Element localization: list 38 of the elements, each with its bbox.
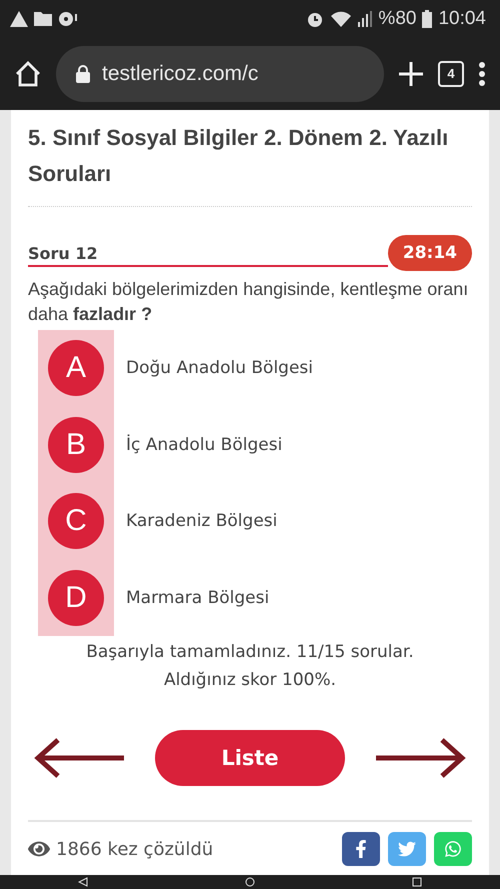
result-message: Başarıyla tamamladınız. 11/15 sorular. (85, 641, 415, 664)
result-message: Aldığınız skor 100%. (162, 669, 338, 692)
list-button[interactable]: Liste (155, 730, 345, 786)
battery-icon (422, 10, 432, 28)
forward-arrow-icon[interactable] (374, 738, 466, 778)
option-text[interactable]: Karadeniz Bölgesi (126, 511, 278, 532)
question-text: Aşağıdaki bölgelerimizden hangisinde, kentleşme oranı daha fazladır ? (28, 278, 470, 326)
back-nav-icon[interactable] (78, 877, 88, 887)
lock-icon (76, 64, 90, 82)
question-number: Soru 12 (28, 244, 388, 267)
facebook-share-button[interactable] (342, 832, 380, 866)
option-letter-button[interactable]: D (48, 570, 104, 626)
recents-nav-icon[interactable] (412, 877, 422, 887)
new-tab-icon[interactable] (398, 60, 424, 86)
view-count: 1866 kez çözüldü (56, 838, 214, 860)
option-text[interactable]: Marmara Bölgesi (126, 588, 270, 608)
phone-bubble-icon (444, 840, 462, 858)
warning-icon (10, 10, 28, 26)
signal-icon (358, 10, 372, 26)
option-letter-button[interactable]: C (48, 493, 104, 550)
option-letter-button[interactable]: B (48, 416, 104, 473)
folder-icon (34, 12, 52, 26)
home-icon[interactable] (14, 60, 42, 88)
battery-percent: %80 (378, 8, 416, 30)
page-title: 5. Sınıf Sosyal Bilgiler 2. Dönem 2. Yazılı Soruları (28, 120, 472, 207)
tab-switcher-button[interactable]: 4 (438, 60, 464, 86)
address-bar[interactable]: testlericoz.com/c (56, 46, 384, 102)
option-letter-button[interactable]: A (48, 340, 104, 396)
clock-time: 10:04 (438, 8, 486, 30)
bird-icon (398, 840, 416, 858)
back-arrow-icon[interactable] (34, 738, 126, 778)
countdown-timer: 28:14 (388, 235, 472, 271)
option-text[interactable]: Doğu Anadolu Bölgesi (126, 358, 313, 378)
option-text[interactable]: İç Anadolu Bölgesi (126, 434, 282, 455)
home-nav-icon[interactable] (244, 877, 255, 887)
wifi-icon (330, 10, 352, 26)
menu-icon[interactable] (478, 60, 486, 86)
disc-icon (58, 10, 78, 26)
